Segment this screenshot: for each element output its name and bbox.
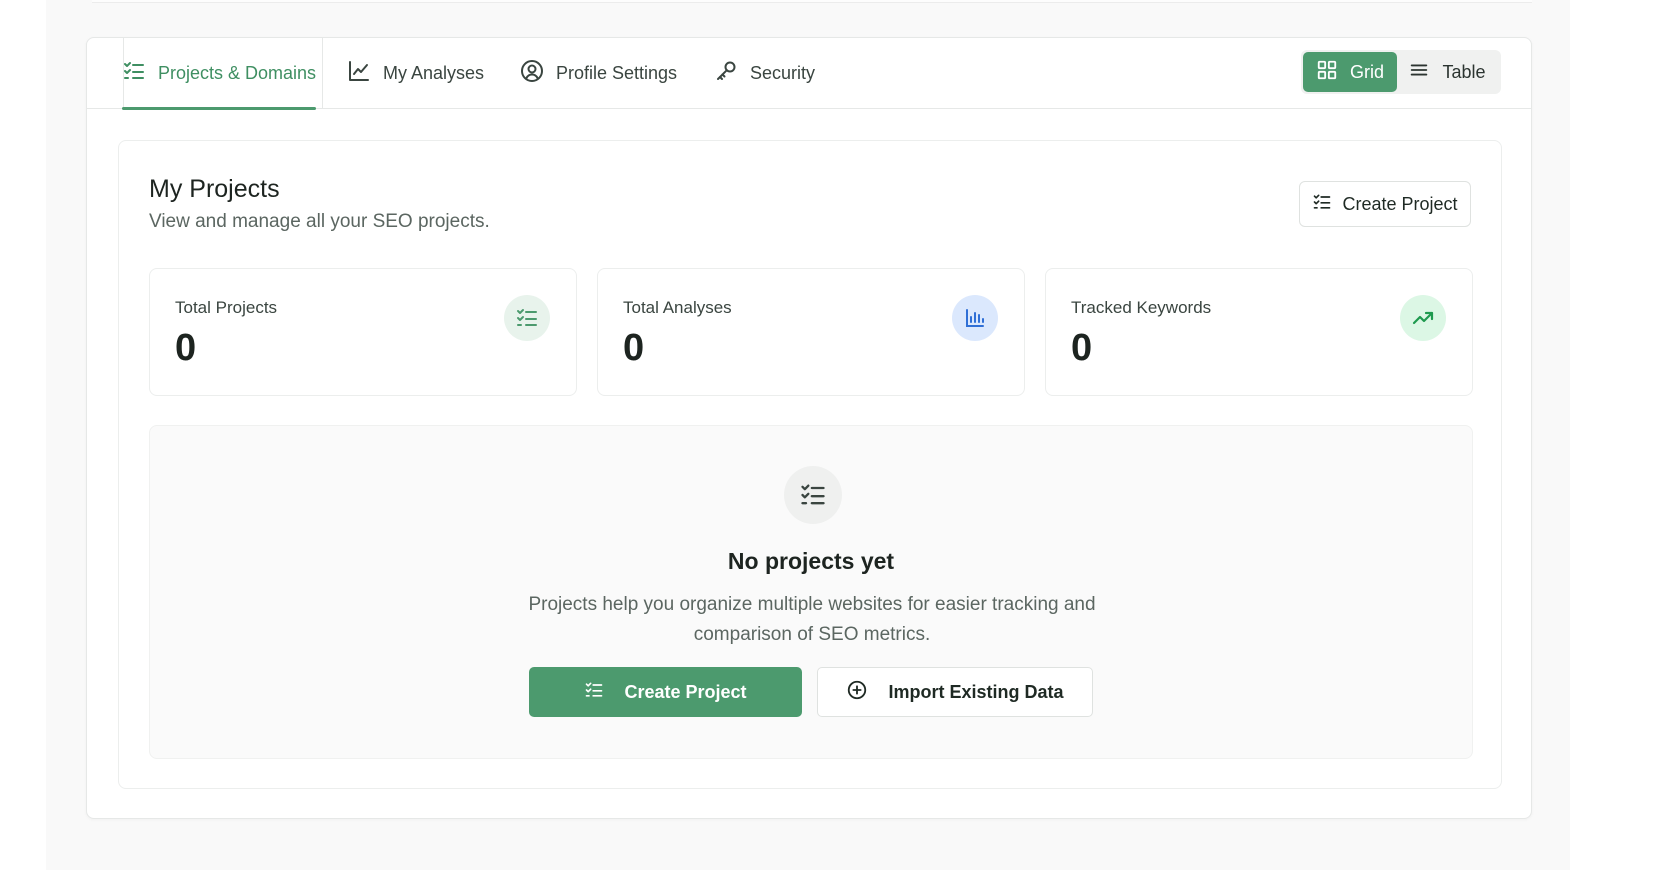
list-check-icon <box>504 295 550 341</box>
tab-label: Projects & Domains <box>158 63 317 83</box>
top-divider <box>92 0 1532 3</box>
list-check-icon <box>122 59 146 88</box>
tab-bar: Projects & Domains My Analyses Profile S… <box>87 38 1531 110</box>
stat-card-total-analyses: Total Analyses 0 <box>597 268 1025 396</box>
tab-profile-settings[interactable]: Profile Settings <box>520 38 677 109</box>
user-circle-icon <box>520 59 544 88</box>
view-toggle: Grid Table <box>1301 50 1501 94</box>
list-check-icon <box>1312 192 1332 217</box>
tab-label: My Analyses <box>383 63 485 83</box>
create-project-button[interactable]: Create Project <box>1299 181 1471 227</box>
key-icon <box>714 59 738 88</box>
page-title: My Projects <box>149 175 280 203</box>
page-subtitle: View and manage all your SEO projects. <box>149 211 490 232</box>
table-view-label: Table <box>1442 61 1486 82</box>
tab-label: Security <box>750 63 816 83</box>
line-chart-icon <box>347 59 371 88</box>
grid-view-button[interactable]: Grid <box>1303 52 1397 92</box>
list-check-icon <box>784 466 842 524</box>
import-data-button[interactable]: Import Existing Data <box>817 667 1093 717</box>
stat-value: 0 <box>623 327 645 369</box>
menu-lines-icon <box>1408 59 1430 86</box>
import-data-label: Import Existing Data <box>888 681 1064 702</box>
tab-label: Profile Settings <box>556 63 678 83</box>
stat-label: Tracked Keywords <box>1071 298 1212 317</box>
tab-security[interactable]: Security <box>714 38 815 109</box>
trending-up-icon <box>1400 295 1446 341</box>
stat-value: 0 <box>175 327 197 369</box>
stat-card-tracked-keywords: Tracked Keywords 0 <box>1045 268 1473 396</box>
main-card: Projects & Domains My Analyses Profile S… <box>86 37 1532 819</box>
tab-my-analyses[interactable]: My Analyses <box>347 38 484 109</box>
stat-label: Total Projects <box>175 298 278 317</box>
tab-projects-domains[interactable]: Projects & Domains <box>122 38 317 110</box>
projects-section: My Projects View and manage all your SEO… <box>118 140 1502 789</box>
empty-state-title: No projects yet <box>727 548 895 574</box>
stat-card-total-projects: Total Projects 0 <box>149 268 577 396</box>
create-project-label: Create Project <box>624 681 747 702</box>
grid-view-label: Grid <box>1349 61 1384 82</box>
create-project-label: Create Project <box>1342 193 1458 214</box>
bar-chart-icon <box>952 295 998 341</box>
list-check-icon <box>584 680 604 705</box>
stat-label: Total Analyses <box>623 298 732 317</box>
plus-circle-icon <box>846 679 868 706</box>
empty-state: No projects yet Projects help you organi… <box>149 425 1473 759</box>
grid-icon <box>1316 59 1338 86</box>
table-view-button[interactable]: Table <box>1397 52 1497 92</box>
empty-state-description: Projects help you organize multiple webs… <box>528 594 1096 645</box>
stat-value: 0 <box>1071 327 1093 369</box>
create-project-primary-button[interactable]: Create Project <box>529 667 802 717</box>
